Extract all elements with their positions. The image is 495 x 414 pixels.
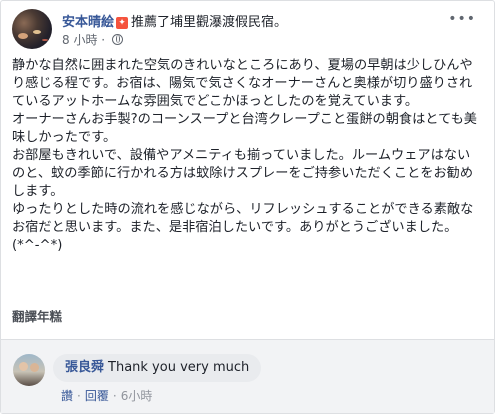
post-time[interactable]: 8 小時 xyxy=(62,33,97,47)
post-paragraph: オーナーさんお手製?のコーンスープと台湾クレープこと蛋餅の朝食はとても美味しかっ… xyxy=(12,112,477,145)
translate-link[interactable]: 翻譯年糕 xyxy=(12,306,62,325)
recommend-badge-icon: ✦ xyxy=(116,17,129,29)
commenter-avatar[interactable] xyxy=(13,354,45,386)
comment-text: Thank you very much xyxy=(108,360,250,375)
post-card: 安本晴絵 ✦ 推薦了埔里觀瀑渡假民宿。 8 小時 · ••• 静かな自然に囲まれた空… xyxy=(0,0,495,414)
post-paragraph: お部屋もきれいで、設備やアメニティも揃っていました。ルームウェアはないのと、蚊の… xyxy=(12,148,474,199)
post-body: 静かな自然に囲まれた空気のきれいなところにあり、夏場の早朝は少しひんやり感じる程… xyxy=(12,57,482,255)
comment-section: 張良舜 Thank you very much 讚 · 回覆 · 6小時 xyxy=(1,340,494,413)
post-menu-button[interactable]: ••• xyxy=(448,11,476,27)
comment-sep: · xyxy=(112,389,117,403)
public-globe-icon xyxy=(111,34,123,45)
post-header: 安本晴絵 ✦ 推薦了埔里觀瀑渡假民宿。 8 小時 · ••• xyxy=(12,9,482,49)
comment-bubble: 張良舜 Thank you very much xyxy=(53,354,262,382)
author-avatar[interactable] xyxy=(12,9,52,49)
comment-time[interactable]: 6小時 xyxy=(121,389,153,403)
meta-dot: · xyxy=(101,33,106,47)
post-paragraph: 静かな自然に囲まれた空気のきれいなところにあり、夏場の早朝は少しひんやり感じる程… xyxy=(12,58,473,109)
comment-like-link[interactable]: 讚 xyxy=(61,389,73,403)
comment-sep: · xyxy=(77,389,81,403)
commenter-name[interactable]: 張良舜 xyxy=(65,360,104,375)
post-paragraph: ゆったりとした時の流れを感じながら、リフレッシュすることができる素敵なお宿だと思… xyxy=(12,202,474,253)
recommend-text: 推薦了埔里觀瀑渡假民宿。 xyxy=(131,15,287,30)
comment-reply-link[interactable]: 回覆 xyxy=(85,389,109,403)
author-line: 安本晴絵 ✦ 推薦了埔里觀瀑渡假民宿。 xyxy=(62,11,287,30)
author-name[interactable]: 安本晴絵 xyxy=(62,15,114,30)
post-meta: 8 小時 · xyxy=(62,31,123,48)
comment-actions: 讚 · 回覆 · 6小時 xyxy=(61,387,152,404)
recommend-action[interactable]: 推薦了埔里觀瀑渡假民宿。 xyxy=(131,15,287,30)
